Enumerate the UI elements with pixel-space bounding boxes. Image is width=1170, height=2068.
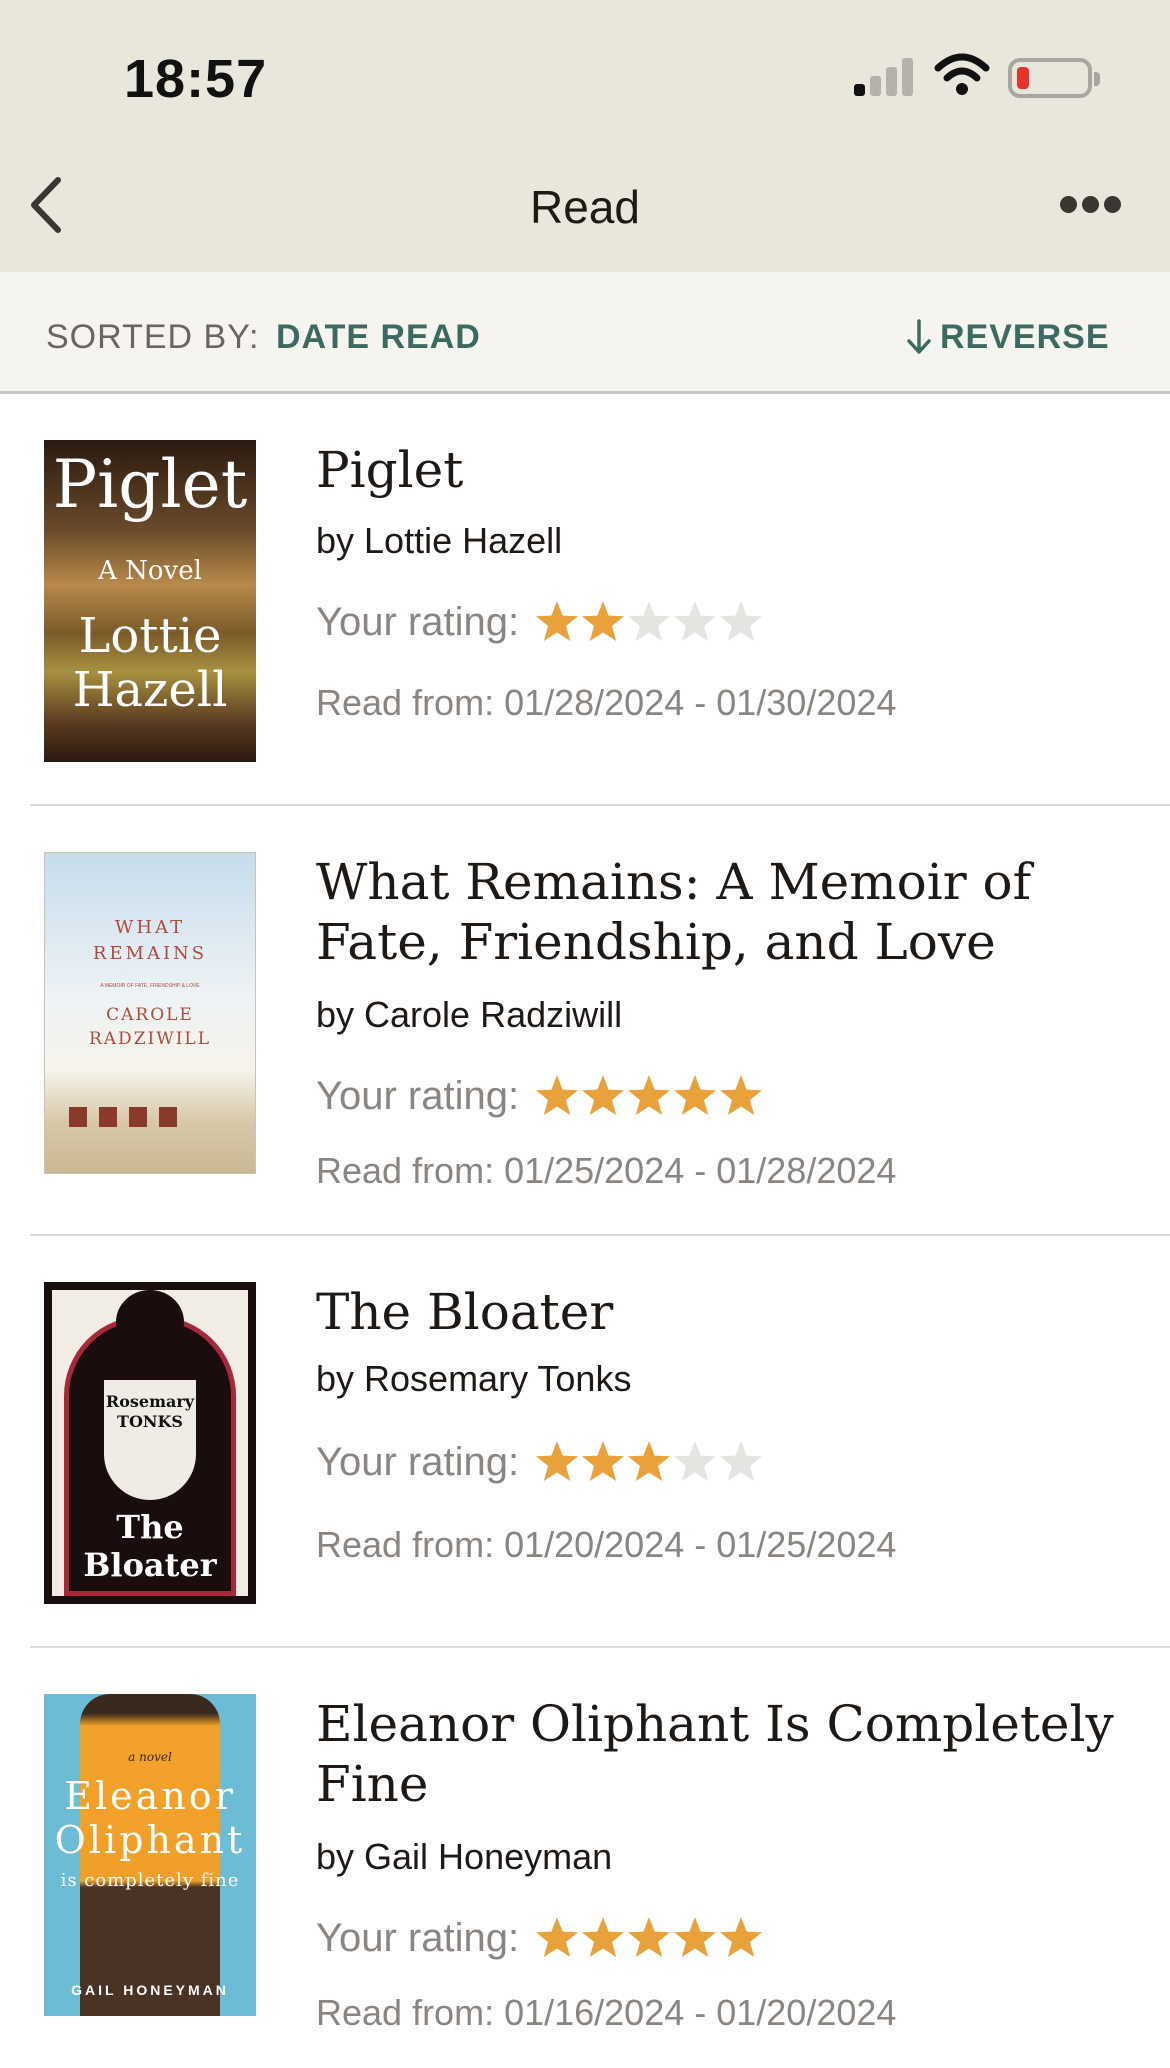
star-empty-icon[interactable]: [717, 1438, 765, 1486]
book-title[interactable]: What Remains: A Memoir of Fate, Friendsh…: [316, 852, 1140, 972]
read-dates: Read from: 01/20/2024 - 01/25/2024: [316, 1524, 897, 1565]
read-dates: Read from: 01/28/2024 - 01/30/2024: [316, 682, 897, 723]
cover-subtitle: A Novel: [98, 556, 202, 586]
rating-label: Your rating:: [316, 1439, 520, 1484]
book-author[interactable]: by Lottie Hazell: [316, 520, 562, 562]
book-title[interactable]: Eleanor Oliphant Is Completely Fine: [316, 1694, 1140, 1814]
star-filled-icon[interactable]: [579, 1072, 627, 1120]
star-filled-icon[interactable]: [671, 1914, 719, 1962]
star-rating[interactable]: [533, 1438, 763, 1486]
star-rating[interactable]: [533, 598, 763, 646]
book-cover[interactable]: WHAT REMAINS A MEMOIR OF FATE, FRIENDSHI…: [44, 852, 256, 1174]
page-title: Read: [530, 181, 640, 233]
cover-author: Rosemary: [105, 1392, 195, 1411]
star-empty-icon[interactable]: [671, 598, 719, 646]
star-filled-icon[interactable]: [625, 1072, 673, 1120]
star-empty-icon[interactable]: [625, 598, 673, 646]
book-list-item[interactable]: Piglet A Novel Lottie Hazell Piglet by L…: [0, 394, 1170, 806]
star-empty-icon[interactable]: [671, 1438, 719, 1486]
reverse-label: REVERSE: [940, 317, 1110, 356]
cover-title: Eleanor: [64, 1774, 236, 1818]
book-cover[interactable]: a novel Eleanor Oliphant is completely f…: [44, 1694, 256, 2016]
cover-subtitle: is completely fine: [60, 1870, 240, 1891]
star-rating[interactable]: [533, 1072, 763, 1120]
rating-row: Your rating:: [316, 594, 763, 650]
book-title[interactable]: The Bloater: [316, 1282, 1140, 1342]
read-dates: Read from: 01/25/2024 - 01/28/2024: [316, 1150, 897, 1191]
cover-author: TONKS: [117, 1412, 183, 1431]
book-list-item[interactable]: a novel Eleanor Oliphant is completely f…: [0, 1648, 1170, 2068]
star-filled-icon[interactable]: [579, 1914, 627, 1962]
rating-label: Your rating:: [316, 1073, 520, 1118]
star-filled-icon[interactable]: [533, 1072, 581, 1120]
top-bar: 18:57 Read: [0, 0, 1170, 272]
cover-title: REMAINS: [92, 943, 208, 964]
cover-head: [116, 1290, 184, 1354]
star-filled-icon[interactable]: [533, 1438, 581, 1486]
read-dates: Read from: 01/16/2024 - 01/20/2024: [316, 1992, 897, 2033]
book-author[interactable]: by Carole Radziwill: [316, 994, 622, 1036]
star-filled-icon[interactable]: [717, 1914, 765, 1962]
battery-icon: [1008, 58, 1100, 98]
cover-title: Piglet: [52, 446, 248, 523]
cover-author: RADZIWILL: [88, 1029, 211, 1049]
book-list-item[interactable]: Rosemary TONKS The Bloater The Bloater b…: [0, 1236, 1170, 1648]
star-rating[interactable]: [533, 1914, 763, 1962]
star-filled-icon[interactable]: [625, 1914, 673, 1962]
arrow-down-icon: [907, 319, 931, 354]
reverse-sort-button[interactable]: REVERSE: [904, 312, 1110, 362]
rating-row: Your rating:: [316, 1910, 763, 1966]
book-cover[interactable]: Rosemary TONKS The Bloater: [44, 1282, 256, 1604]
cover-author: Hazell: [72, 662, 228, 718]
sort-label: SORTED BY:: [46, 318, 260, 356]
cover-subtitle: A MEMOIR OF FATE, FRIENDSHIP & LOVE: [100, 983, 200, 989]
book-title[interactable]: Piglet: [316, 440, 1140, 500]
cover-author: Lottie: [78, 608, 222, 664]
cover-title: Bloater: [83, 1546, 217, 1584]
star-filled-icon[interactable]: [579, 598, 627, 646]
rating-row: Your rating:: [316, 1434, 763, 1490]
sort-bar: SORTED BY: DATE READ REVERSE: [0, 272, 1170, 394]
rating-label: Your rating:: [316, 1915, 520, 1960]
book-author[interactable]: by Gail Honeyman: [316, 1836, 612, 1878]
book-author[interactable]: by Rosemary Tonks: [316, 1358, 631, 1400]
more-options-icon[interactable]: [1056, 188, 1126, 224]
star-filled-icon[interactable]: [533, 1914, 581, 1962]
wifi-icon: [934, 53, 990, 95]
cellular-signal-icon: [854, 56, 916, 96]
book-list-item[interactable]: WHAT REMAINS A MEMOIR OF FATE, FRIENDSHI…: [0, 806, 1170, 1236]
star-filled-icon[interactable]: [579, 1438, 627, 1486]
cover-author: GAIL HONEYMAN: [71, 1982, 229, 1998]
star-filled-icon[interactable]: [533, 598, 581, 646]
cover-title: The: [116, 1508, 184, 1546]
cover-title: Oliphant: [54, 1818, 246, 1862]
book-cover[interactable]: Piglet A Novel Lottie Hazell: [44, 440, 256, 762]
star-filled-icon[interactable]: [717, 1072, 765, 1120]
rating-row: Your rating:: [316, 1068, 763, 1124]
star-filled-icon[interactable]: [671, 1072, 719, 1120]
sort-option-button[interactable]: DATE READ: [276, 318, 481, 357]
cover-title: WHAT: [114, 917, 186, 938]
star-filled-icon[interactable]: [625, 1438, 673, 1486]
star-empty-icon[interactable]: [717, 598, 765, 646]
status-time: 18:57: [124, 49, 268, 109]
rating-label: Your rating:: [316, 599, 520, 644]
cover-chairs: [69, 1107, 199, 1129]
cover-kicker: a novel: [128, 1750, 172, 1764]
cover-author: CAROLE: [106, 1005, 194, 1025]
